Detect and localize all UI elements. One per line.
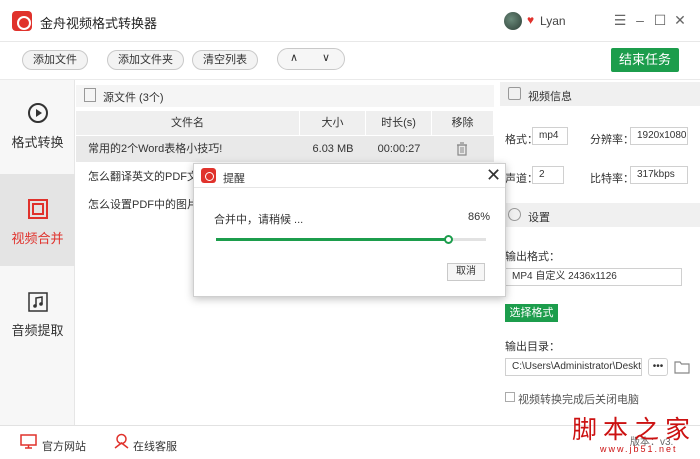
watermark-text: 脚本之家 — [572, 415, 697, 444]
add-file-button[interactable]: 添加文件 — [22, 50, 88, 70]
column-header-remove: 移除 — [432, 111, 494, 135]
bitrate-value: 317kbps — [630, 166, 688, 184]
progress-percent: 86% — [468, 211, 491, 223]
output-dir-label: 输出目录： — [505, 341, 560, 353]
sidebar-item-format-convert[interactable]: 格式转换 — [0, 102, 75, 172]
trash-icon[interactable] — [456, 142, 468, 156]
output-format-label: 输出格式： — [505, 251, 560, 263]
column-header-size: 大小 — [300, 111, 366, 135]
avatar[interactable] — [504, 12, 522, 30]
maximize-icon[interactable]: ☐ — [652, 12, 668, 28]
menu-icon[interactable]: ☰ — [612, 12, 628, 28]
title-bar: 金舟视频格式转换器 ♥ Lyan ☰ – ☐ ✕ — [0, 0, 700, 42]
app-title: 金舟视频格式转换器 — [40, 16, 158, 31]
add-folder-button[interactable]: 添加文件夹 — [107, 50, 184, 70]
resolution-label: 分辨率： — [590, 134, 634, 146]
close-icon[interactable]: ✕ — [672, 12, 688, 28]
resolution-value: 1920x1080 — [630, 127, 688, 145]
monitor-icon — [20, 434, 37, 449]
file-name: 怎么设置PDF中的图片大 — [88, 199, 209, 211]
bitrate-label: 比特率： — [590, 173, 634, 185]
shutdown-label: 视频转换完成后关闭电脑 — [518, 394, 639, 406]
progress-bar — [216, 235, 486, 244]
sidebar-item-label: 格式转换 — [11, 135, 64, 150]
settings-header: 设置 — [500, 203, 700, 227]
shutdown-checkbox[interactable] — [505, 392, 515, 402]
channel-value: 2 — [532, 166, 564, 184]
dialog-logo-icon — [201, 168, 216, 183]
file-size: 6.03 MB — [312, 143, 354, 155]
move-down-button[interactable]: ∨ — [322, 51, 330, 64]
browse-button[interactable]: ••• — [648, 358, 668, 376]
username[interactable]: Lyan — [540, 14, 566, 28]
choose-format-button[interactable]: 选择格式 — [505, 304, 558, 322]
app-logo-icon — [12, 11, 32, 31]
settings-gear-icon — [508, 208, 521, 221]
cancel-button[interactable]: 取消 — [447, 263, 485, 281]
sidebar-item-label: 音频提取 — [11, 323, 64, 338]
end-task-button[interactable]: 结束任务 — [611, 48, 679, 72]
sidebar: 格式转换 视频合并 音频提取 — [0, 80, 75, 425]
clear-list-button[interactable]: 清空列表 — [192, 50, 258, 70]
move-up-button[interactable]: ∧ — [290, 51, 298, 64]
watermark-url: www.jb51.net — [600, 444, 678, 454]
customer-service-icon — [114, 433, 129, 449]
merge-icon — [27, 199, 48, 219]
minimize-icon[interactable]: – — [632, 12, 648, 28]
column-header-duration: 时长(s) — [366, 111, 432, 135]
sidebar-item-label: 视频合并 — [11, 231, 64, 246]
format-value: mp4 — [532, 127, 568, 145]
dialog-close-icon[interactable]: ✕ — [486, 165, 501, 186]
online-service-link[interactable]: 在线客服 — [133, 438, 177, 454]
sidebar-item-video-merge[interactable]: 视频合并 — [0, 174, 75, 266]
music-icon — [27, 292, 48, 312]
sidebar-item-audio-extract[interactable]: 音频提取 — [0, 292, 75, 352]
file-count-label: 源文件 (3个) — [103, 92, 164, 104]
dialog-message: 合并中，请稍候 ... — [214, 214, 304, 226]
reorder-buttons: ∧ ∨ — [277, 48, 345, 70]
toolbar: 添加文件 添加文件夹 清空列表 ∧ ∨ 结束任务 — [0, 42, 700, 80]
progress-fill — [216, 238, 449, 241]
file-list-header: 源文件 (3个) — [76, 85, 494, 107]
dialog-header: 提醒 ✕ — [194, 164, 505, 188]
video-info-header: 视频信息 — [500, 82, 700, 106]
output-format-field[interactable]: MP4 自定义 2436x1126 — [505, 268, 682, 286]
file-name: 常用的2个Word表格小技巧! — [88, 143, 223, 155]
video-info-title: 视频信息 — [528, 91, 572, 103]
column-header-name: 文件名 — [76, 111, 300, 135]
video-info-icon — [508, 87, 521, 100]
play-circle-icon — [27, 103, 48, 123]
dialog-title: 提醒 — [223, 173, 245, 185]
settings-title: 设置 — [528, 212, 550, 224]
merge-progress-dialog: 提醒 ✕ 合并中，请稍候 ... 86% 取消 — [193, 163, 506, 297]
folder-icon[interactable] — [674, 360, 690, 374]
output-dir-field[interactable]: C:\Users\Administrator\Deskto — [505, 358, 642, 376]
progress-knob — [444, 235, 454, 244]
document-icon — [84, 88, 96, 102]
file-name: 怎么翻译英文的PDF文档 — [88, 171, 209, 183]
official-site-link[interactable]: 官方网站 — [42, 438, 86, 454]
vip-heart-icon: ♥ — [527, 13, 535, 27]
table-row[interactable]: 常用的2个Word表格小技巧! 6.03 MB 00:00:27 — [76, 136, 494, 162]
file-duration: 00:00:27 — [377, 143, 421, 155]
